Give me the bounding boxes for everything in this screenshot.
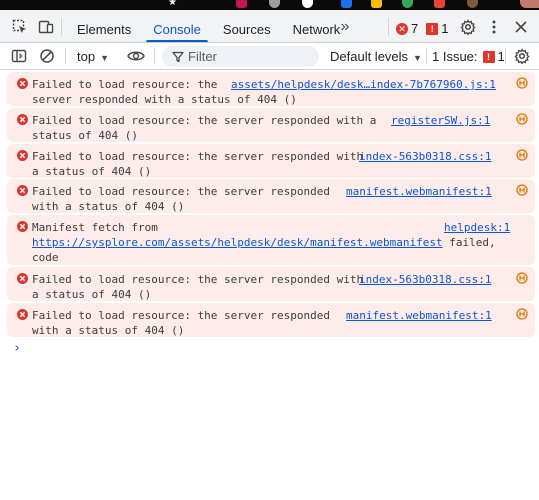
device-toolbar-icon[interactable] <box>35 16 57 38</box>
log-levels-label: Default levels <box>330 49 409 64</box>
issue-flag-icon: ! <box>426 22 439 35</box>
eye-icon[interactable] <box>126 47 146 65</box>
caret-down-icon: ▼ <box>413 53 422 63</box>
error-icon <box>17 185 28 200</box>
tab-elements[interactable]: Elements <box>66 10 142 42</box>
devtools-tabbar: Elements Console Sources Network » ✕ 7 !… <box>0 10 539 43</box>
more-tabs-icon[interactable]: » <box>334 16 356 38</box>
star-icon: ★ <box>168 0 177 8</box>
panel-tabs: Elements Console Sources Network <box>66 10 351 43</box>
caret-down-icon: ▼ <box>100 53 109 63</box>
helpdesk-bug-icon[interactable] <box>516 184 528 200</box>
log-levels-dropdown[interactable]: Default levels ▼ <box>330 49 422 64</box>
helpdesk-bug-icon[interactable] <box>516 272 528 288</box>
error-count: 7 <box>411 21 419 36</box>
context-label: top <box>77 49 96 64</box>
console-error-message: Failed to load resource: the server resp… <box>7 108 535 142</box>
close-icon[interactable] <box>510 16 532 38</box>
message-line: Manifest fetch from <box>32 221 158 234</box>
tray-app-icon[interactable] <box>371 0 382 8</box>
error-icon <box>17 78 28 93</box>
gear-icon[interactable] <box>457 16 479 38</box>
context-selector[interactable]: top ▼ <box>77 49 109 64</box>
source-link[interactable]: assets/helpdesk/desk…index-7b767960.js:1 <box>231 77 496 92</box>
source-link[interactable]: manifest.webmanifest:1 <box>346 184 492 199</box>
divider <box>388 18 389 36</box>
source-link[interactable]: manifest.webmanifest:1 <box>346 308 492 323</box>
error-icon <box>17 114 28 129</box>
divider <box>154 48 155 64</box>
console-error-message: Failed to load resource: the server resp… <box>7 267 535 301</box>
gear-icon[interactable] <box>512 47 532 65</box>
helpdesk-bug-icon[interactable] <box>516 308 528 324</box>
issue-flag-icon: ! <box>482 50 495 63</box>
message-line: server responded with a status of 404 () <box>32 93 297 106</box>
tab-console[interactable]: Console <box>142 10 212 42</box>
tray-app-icon[interactable] <box>302 0 313 8</box>
divider <box>426 48 427 64</box>
divider <box>505 48 506 64</box>
source-link[interactable]: registerSW.js:1 <box>391 113 490 128</box>
console-error-message: Manifest fetch from https://sysplore.com/… <box>7 215 535 279</box>
message-line: status of 404 () <box>32 129 138 142</box>
helpdesk-bug-icon[interactable] <box>516 113 528 129</box>
tray-app-icon[interactable] <box>402 0 413 8</box>
source-link[interactable]: index-563b0318.css:1 <box>359 272 491 287</box>
os-taskbar-strip: ★ <box>0 0 539 10</box>
message-line: with a status of 404 () <box>32 200 185 213</box>
filter-funnel-icon <box>172 50 184 68</box>
console-error-message: Failed to load resource: the server respo… <box>7 72 535 106</box>
message-line: Failed to load resource: the server resp… <box>32 309 331 322</box>
error-icon <box>17 150 28 165</box>
sidebar-toggle-icon[interactable] <box>9 47 29 65</box>
message-line: a status of 404 () <box>32 288 152 301</box>
message-line: Failed to load resource: the server resp… <box>32 185 331 198</box>
error-icon: ✕ <box>396 22 408 35</box>
filter-input[interactable] <box>188 48 308 64</box>
source-link[interactable]: helpdesk:1 <box>444 220 510 235</box>
tray-app-icon[interactable] <box>341 0 352 8</box>
manifest-url-link[interactable]: https://sysplore.com/assets/helpdesk/des… <box>32 236 443 249</box>
console-error-message: Failed to load resource: the server resp… <box>7 179 535 213</box>
tray-app-icon[interactable] <box>434 0 445 8</box>
message-line: with a status of 404 () <box>32 324 185 337</box>
filter-field[interactable] <box>162 46 319 67</box>
tray-app-icon[interactable] <box>269 0 280 8</box>
message-line: Failed to load resource: the server resp… <box>32 150 364 163</box>
console-toolbar: top ▼ Default levels ▼ 1 Issue: ! 1 <box>0 43 539 70</box>
inspect-element-icon[interactable] <box>9 16 31 38</box>
message-line: a status of 404 () <box>32 165 152 178</box>
console-prompt[interactable]: › <box>13 341 21 356</box>
issues-label: 1 Issue: <box>432 49 478 64</box>
helpdesk-bug-icon[interactable] <box>516 149 528 165</box>
helpdesk-bug-icon[interactable] <box>516 77 528 93</box>
tab-sources[interactable]: Sources <box>212 10 282 42</box>
message-line: Failed to load resource: the server resp… <box>32 114 377 127</box>
message-line: Failed to load resource: the <box>32 78 218 91</box>
error-icon <box>17 273 28 288</box>
tray-app-icon[interactable] <box>236 0 247 8</box>
avatar[interactable] <box>520 0 539 8</box>
divider <box>65 48 66 64</box>
tray-app-icon[interactable] <box>467 0 478 8</box>
warning-count: 1 <box>441 21 449 36</box>
console-error-message: Failed to load resource: the server resp… <box>7 144 535 178</box>
error-icon <box>17 221 28 236</box>
clear-console-icon[interactable] <box>37 47 57 65</box>
issues-count: 1 <box>497 49 505 64</box>
error-counter[interactable]: ✕ 7 ! 1 <box>396 21 448 36</box>
source-link[interactable]: index-563b0318.css:1 <box>359 149 491 164</box>
error-icon <box>17 309 28 324</box>
divider <box>61 18 62 36</box>
console-error-message: Failed to load resource: the server resp… <box>7 303 535 337</box>
issues-button[interactable]: 1 Issue: ! 1 <box>432 49 505 64</box>
message-line: Failed to load resource: the server resp… <box>32 273 364 286</box>
kebab-icon[interactable] <box>483 16 505 38</box>
